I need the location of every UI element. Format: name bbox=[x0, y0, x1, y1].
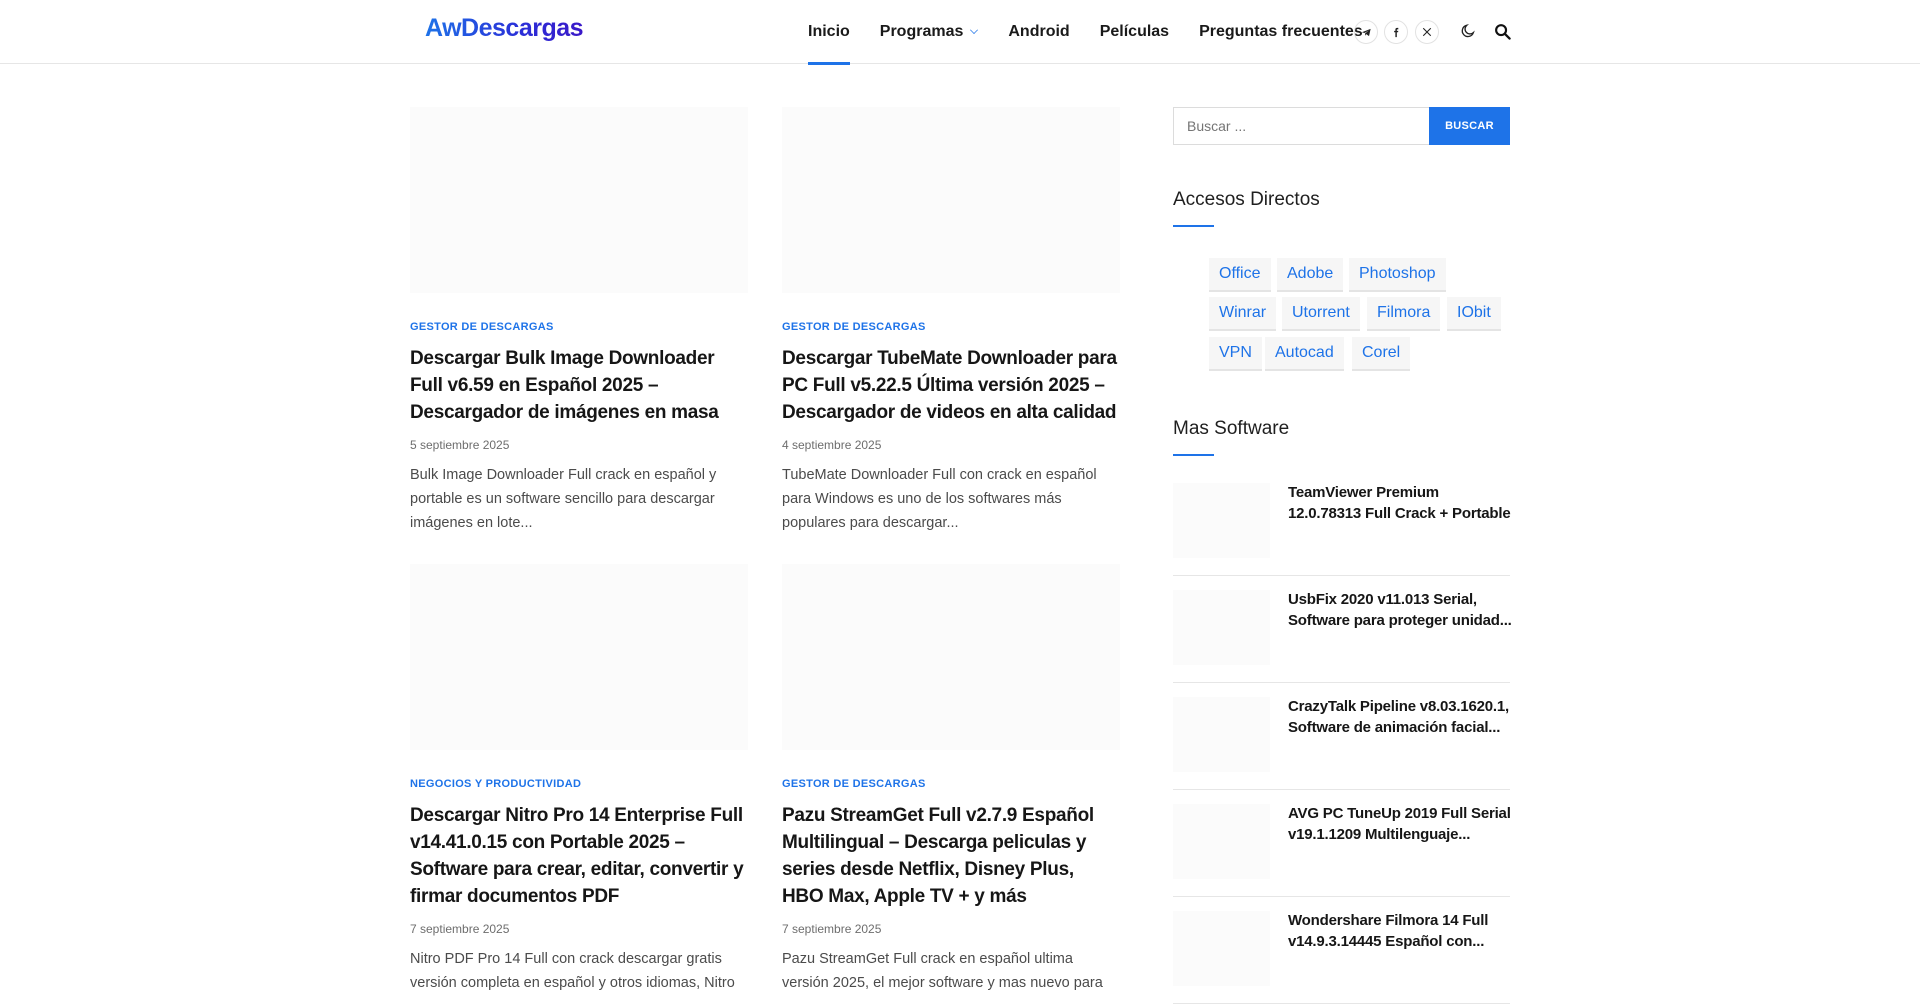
chevron-down-icon bbox=[970, 26, 979, 34]
post-category[interactable]: NEGOCIOS Y PRODUCTIVIDAD bbox=[410, 778, 748, 790]
post-card: GESTOR DE DESCARGAS Pazu StreamGet Full … bbox=[782, 564, 1120, 995]
tag-autocad[interactable]: Autocad bbox=[1265, 337, 1344, 371]
tag-adobe[interactable]: Adobe bbox=[1277, 258, 1344, 292]
tag-iobit[interactable]: IObit bbox=[1447, 297, 1501, 331]
list-item: Wondershare Filmora 14 Full v14.9.3.1444… bbox=[1173, 897, 1510, 1004]
tag-corel[interactable]: Corel bbox=[1352, 337, 1411, 371]
post-card: GESTOR DE DESCARGAS Descargar Bulk Image… bbox=[410, 107, 748, 535]
nav-preguntas-frecuentes[interactable]: Preguntas frecuentes bbox=[1199, 0, 1363, 64]
tag-filmora[interactable]: Filmora bbox=[1367, 297, 1441, 331]
post-title[interactable]: Descargar TubeMate Downloader para PC Fu… bbox=[782, 345, 1120, 426]
post-date: 4 septiembre 2025 bbox=[782, 438, 882, 452]
post-excerpt: Bulk Image Downloader Full crack en espa… bbox=[410, 467, 717, 531]
post-title[interactable]: Descargar Nitro Pro 14 Enterprise Full v… bbox=[410, 802, 748, 910]
search-input[interactable] bbox=[1173, 107, 1430, 145]
list-item-title[interactable]: AVG PC TuneUp 2019 Full Serial v19.1.120… bbox=[1288, 803, 1513, 845]
list-item-thumbnail[interactable] bbox=[1173, 911, 1270, 986]
nav-label: Inicio bbox=[808, 23, 850, 40]
list-item-thumbnail[interactable] bbox=[1173, 483, 1270, 558]
post-excerpt: Nitro PDF Pro 14 Full con crack descarga… bbox=[410, 951, 735, 991]
nav-label: Preguntas frecuentes bbox=[1199, 23, 1363, 40]
nav-label: Android bbox=[1008, 23, 1070, 40]
x-icon[interactable] bbox=[1415, 20, 1439, 44]
list-item-title[interactable]: Wondershare Filmora 14 Full v14.9.3.1444… bbox=[1288, 910, 1513, 952]
telegram-icon[interactable] bbox=[1354, 20, 1378, 44]
post-thumbnail[interactable] bbox=[782, 107, 1120, 293]
post-category[interactable]: GESTOR DE DESCARGAS bbox=[782, 778, 1120, 790]
main-nav: Inicio Programas Android Películas Pregu… bbox=[808, 0, 1393, 65]
list-item-title[interactable]: CrazyTalk Pipeline v8.03.1620.1, Softwar… bbox=[1288, 696, 1513, 738]
post-category[interactable]: GESTOR DE DESCARGAS bbox=[782, 321, 1120, 333]
post-date: 7 septiembre 2025 bbox=[410, 922, 510, 936]
tag-office[interactable]: Office bbox=[1209, 258, 1271, 292]
list-item-thumbnail[interactable] bbox=[1173, 804, 1270, 879]
post-thumbnail[interactable] bbox=[410, 107, 748, 293]
title-underline bbox=[1173, 225, 1214, 227]
more-software-title: Mas Software bbox=[1173, 418, 1290, 439]
title-underline bbox=[1173, 454, 1214, 456]
post-date: 5 septiembre 2025 bbox=[410, 438, 510, 452]
tag-utorrent[interactable]: Utorrent bbox=[1282, 297, 1360, 331]
post-thumbnail[interactable] bbox=[782, 564, 1120, 750]
list-item: AVG PC TuneUp 2019 Full Serial v19.1.120… bbox=[1173, 790, 1513, 897]
nav-label: Películas bbox=[1099, 23, 1170, 40]
list-item: TeamViewer Premium 12.0.78313 Full Crack… bbox=[1173, 469, 1513, 576]
nav-peliculas[interactable]: Películas bbox=[1100, 0, 1169, 64]
moon-icon[interactable] bbox=[1456, 19, 1480, 43]
tag-vpn[interactable]: VPN bbox=[1209, 337, 1262, 371]
list-item-title[interactable]: TeamViewer Premium 12.0.78313 Full Crack… bbox=[1288, 482, 1513, 524]
search-icon[interactable] bbox=[1490, 19, 1514, 43]
tag-winrar[interactable]: Winrar bbox=[1209, 297, 1277, 331]
post-thumbnail[interactable] bbox=[410, 564, 748, 750]
post-card: NEGOCIOS Y PRODUCTIVIDAD Descargar Nitro… bbox=[410, 564, 748, 995]
post-excerpt: Pazu StreamGet Full crack en español ult… bbox=[782, 951, 1103, 991]
nav-android[interactable]: Android bbox=[1008, 0, 1069, 64]
nav-programas[interactable]: Programas bbox=[880, 0, 979, 64]
nav-inicio[interactable]: Inicio bbox=[808, 0, 850, 65]
facebook-icon[interactable] bbox=[1384, 20, 1408, 44]
shortcuts-title: Accesos Directos bbox=[1173, 189, 1320, 210]
site-header: AwDescargas Inicio Programas Android Pel… bbox=[0, 0, 1920, 65]
list-item-thumbnail[interactable] bbox=[1173, 590, 1270, 665]
post-category[interactable]: GESTOR DE DESCARGAS bbox=[410, 321, 748, 333]
post-date: 7 septiembre 2025 bbox=[782, 922, 882, 936]
post-excerpt: TubeMate Downloader Full con crack en es… bbox=[782, 467, 1097, 531]
nav-label: Programas bbox=[879, 23, 964, 40]
search-button[interactable]: BUSCAR bbox=[1429, 107, 1510, 145]
tag-photoshop[interactable]: Photoshop bbox=[1349, 258, 1446, 292]
post-title[interactable]: Descargar Bulk Image Downloader Full v6.… bbox=[410, 345, 748, 426]
post-card: GESTOR DE DESCARGAS Descargar TubeMate D… bbox=[782, 107, 1120, 535]
list-item: UsbFix 2020 v11.013 Serial, Software par… bbox=[1173, 576, 1513, 683]
list-item-title[interactable]: UsbFix 2020 v11.013 Serial, Software par… bbox=[1288, 589, 1513, 631]
list-item-thumbnail[interactable] bbox=[1173, 697, 1270, 772]
site-logo[interactable]: AwDescargas bbox=[425, 14, 584, 43]
post-title[interactable]: Pazu StreamGet Full v2.7.9 Español Multi… bbox=[782, 802, 1120, 910]
list-item: CrazyTalk Pipeline v8.03.1620.1, Softwar… bbox=[1173, 683, 1510, 790]
